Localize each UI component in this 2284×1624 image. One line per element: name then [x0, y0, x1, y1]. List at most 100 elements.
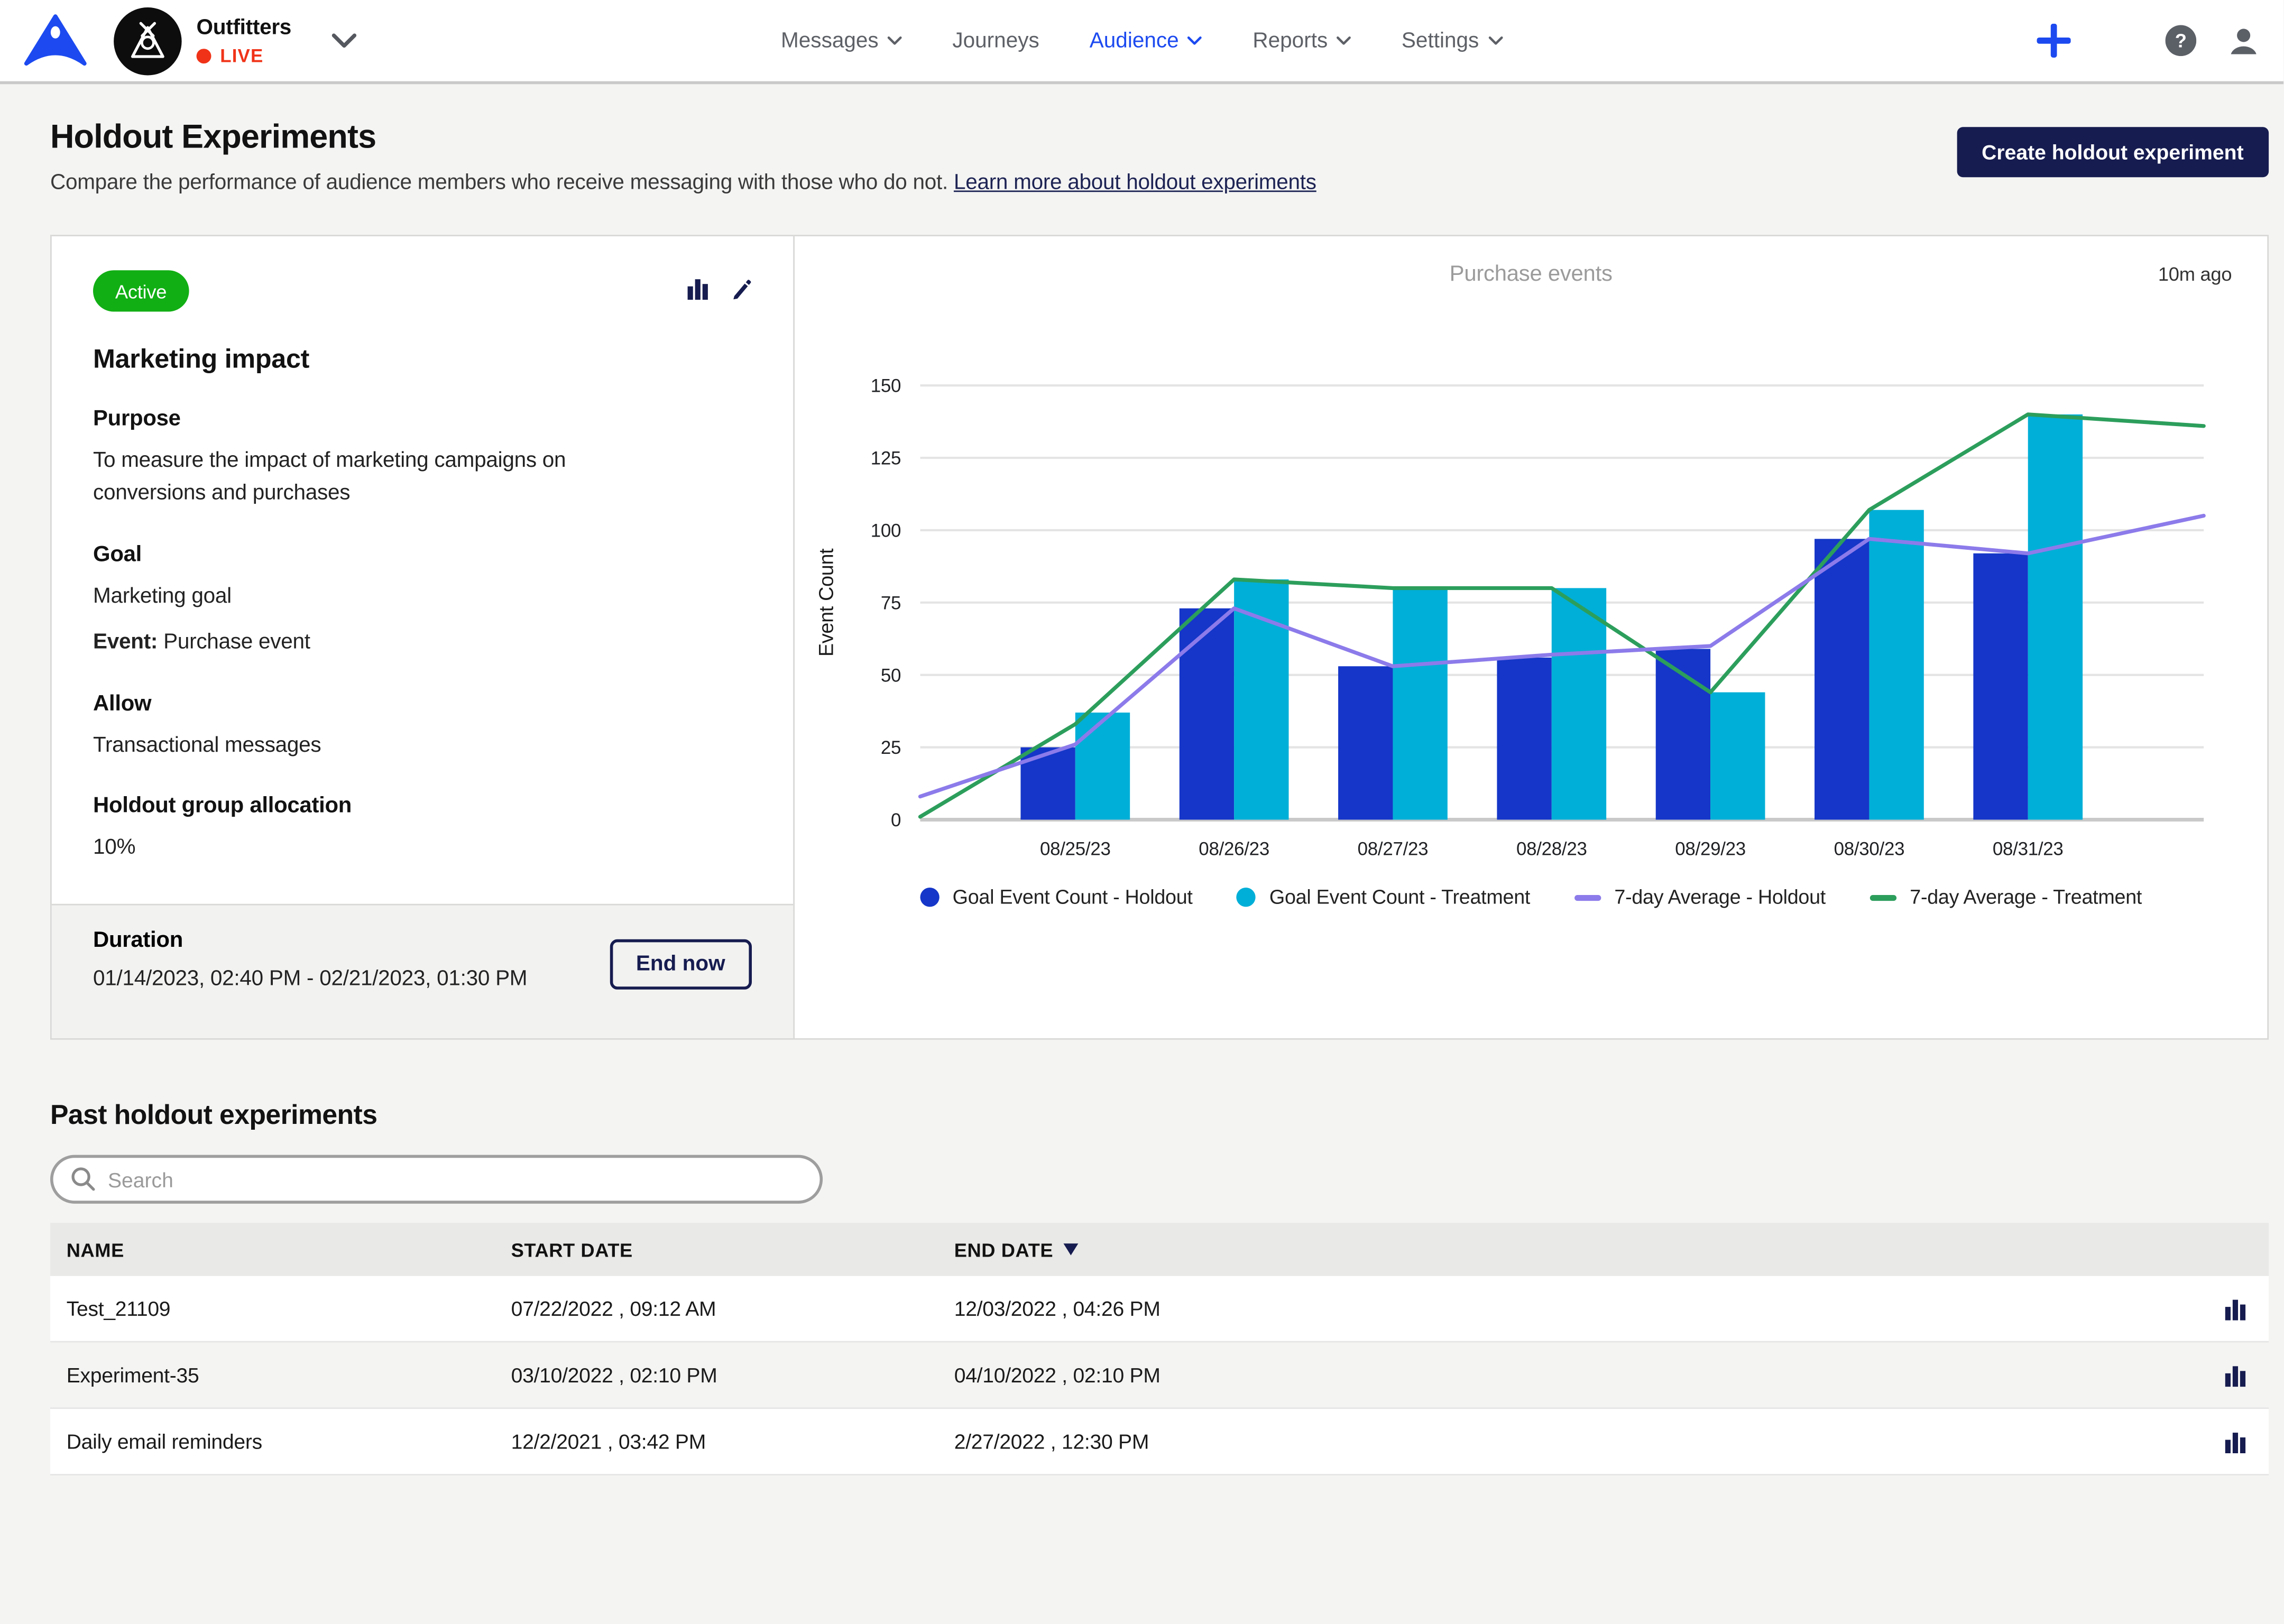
- page-header: Holdout Experiments Compare the performa…: [50, 84, 2269, 195]
- top-bar: Outfitters LIVE Messages Journeys Audien…: [0, 0, 2283, 84]
- column-header-end-date[interactable]: END DATE: [954, 1239, 2201, 1261]
- svg-text:Event Count: Event Count: [815, 548, 837, 657]
- help-icon[interactable]: ?: [2166, 25, 2197, 56]
- topbar-actions: ?: [2037, 24, 2260, 58]
- svg-text:0: 0: [891, 810, 901, 831]
- active-experiment-card: Active Marketing impact Purpose To measu…: [50, 235, 2269, 1040]
- chart-updated-timestamp: 10m ago: [2158, 263, 2232, 285]
- svg-text:08/28/23: 08/28/23: [1516, 839, 1587, 860]
- view-report-icon[interactable]: [687, 278, 709, 300]
- allocation-section: Holdout group allocation 10%: [93, 793, 752, 865]
- live-badge: LIVE: [197, 46, 292, 67]
- brand-info: Outfitters LIVE: [197, 15, 292, 67]
- svg-text:08/31/23: 08/31/23: [1993, 839, 2064, 860]
- column-header-name[interactable]: NAME: [67, 1239, 511, 1261]
- create-plus-icon[interactable]: [2037, 24, 2071, 58]
- chevron-down-icon: [889, 38, 900, 43]
- view-report-icon[interactable]: [2224, 1431, 2246, 1453]
- search-input[interactable]: [108, 1167, 802, 1191]
- allow-label: Allow: [93, 691, 752, 716]
- experiment-details-panel: Active Marketing impact Purpose To measu…: [52, 236, 795, 1038]
- end-date-cell: 2/27/2022 , 12:30 PM: [954, 1429, 2201, 1453]
- nav-messages[interactable]: Messages: [781, 29, 902, 52]
- svg-text:08/29/23: 08/29/23: [1675, 839, 1746, 860]
- purpose-section: Purpose To measure the impact of marketi…: [93, 406, 752, 511]
- chart-title: Purchase events: [795, 261, 2267, 286]
- svg-text:100: 100: [871, 521, 901, 541]
- svg-text:50: 50: [881, 665, 901, 686]
- duration-section: Duration 01/14/2023, 02:40 PM - 02/21/20…: [52, 904, 793, 1038]
- table-header-row: NAME START DATE END DATE: [50, 1223, 2269, 1276]
- purpose-label: Purpose: [93, 406, 752, 431]
- airship-logo-icon[interactable]: [22, 13, 89, 69]
- view-report-icon[interactable]: [2224, 1297, 2246, 1320]
- goal-label: Goal: [93, 542, 752, 567]
- start-date-cell: 07/22/2022 , 09:12 AM: [511, 1297, 954, 1321]
- legend-item: Goal Event Count - Holdout: [920, 886, 1192, 908]
- svg-text:08/26/23: 08/26/23: [1199, 839, 1269, 860]
- learn-more-link[interactable]: Learn more about holdout experiments: [954, 171, 1316, 195]
- experiment-chart-panel: Purchase events 10m ago 0255075100125150…: [795, 236, 2267, 1038]
- chevron-down-icon: [1189, 38, 1201, 43]
- page-subtitle: Compare the performance of audience memb…: [50, 171, 2269, 195]
- svg-text:125: 125: [871, 448, 901, 469]
- experiment-name-cell: Daily email reminders: [67, 1429, 511, 1453]
- goal-event: Event: Purchase event: [93, 627, 752, 660]
- brand-name: Outfitters: [197, 16, 292, 40]
- create-holdout-experiment-button[interactable]: Create holdout experiment: [1957, 127, 2269, 177]
- allocation-value: 10%: [93, 832, 752, 865]
- live-dot-icon: [197, 49, 211, 63]
- legend-item: Goal Event Count - Treatment: [1237, 886, 1530, 908]
- view-report-icon[interactable]: [2224, 1364, 2246, 1386]
- legend-line-treatment-icon: [1870, 894, 1896, 900]
- edit-pencil-icon[interactable]: [730, 278, 752, 300]
- table-row: Test_21109 07/22/2022 , 09:12 AM 12/03/2…: [50, 1276, 2269, 1343]
- account-icon[interactable]: [2227, 24, 2260, 57]
- legend-line-holdout-icon: [1574, 894, 1601, 900]
- start-date-cell: 03/10/2022 , 02:10 PM: [511, 1363, 954, 1387]
- svg-text:08/30/23: 08/30/23: [1834, 839, 1905, 860]
- end-date-cell: 04/10/2022 , 02:10 PM: [954, 1363, 2201, 1387]
- search-bar[interactable]: [50, 1155, 823, 1204]
- goal-section: Goal Marketing goal Event: Purchase even…: [93, 542, 752, 660]
- allow-section: Allow Transactional messages: [93, 691, 752, 762]
- allow-text: Transactional messages: [93, 730, 752, 763]
- legend-item: 7-day Average - Treatment: [1870, 886, 2142, 908]
- svg-text:150: 150: [871, 376, 901, 396]
- search-icon: [71, 1167, 96, 1192]
- chart-legend: Goal Event Count - Holdout Goal Event Co…: [795, 886, 2267, 908]
- purchase-events-chart: 025507510012515008/25/2308/26/2308/27/23…: [795, 340, 2273, 889]
- table-row: Experiment-35 03/10/2022 , 02:10 PM 04/1…: [50, 1342, 2269, 1409]
- nav-settings[interactable]: Settings: [1402, 29, 1503, 52]
- purpose-text: To measure the impact of marketing campa…: [93, 445, 637, 511]
- past-experiments-table: NAME START DATE END DATE Test_21109 07/2…: [50, 1223, 2269, 1475]
- app: Outfitters LIVE Messages Journeys Audien…: [0, 0, 2283, 1624]
- experiment-name-cell: Test_21109: [67, 1297, 511, 1321]
- allocation-label: Holdout group allocation: [93, 793, 752, 818]
- main-nav: Messages Journeys Audience Reports Setti…: [781, 29, 1503, 52]
- sort-descending-icon: [1064, 1243, 1079, 1255]
- chevron-down-icon: [1338, 38, 1350, 43]
- past-experiments-heading: Past holdout experiments: [50, 1099, 2269, 1131]
- column-header-start-date[interactable]: START DATE: [511, 1239, 954, 1261]
- svg-text:08/27/23: 08/27/23: [1358, 839, 1429, 860]
- goal-text: Marketing goal: [93, 580, 752, 614]
- nav-reports[interactable]: Reports: [1252, 29, 1351, 52]
- experiment-name: Marketing impact: [93, 344, 752, 375]
- legend-item: 7-day Average - Holdout: [1574, 886, 1826, 908]
- status-badge: Active: [93, 270, 189, 311]
- end-now-button[interactable]: End now: [610, 939, 752, 990]
- svg-text:75: 75: [881, 593, 901, 613]
- table-row: Daily email reminders 12/2/2021 , 03:42 …: [50, 1409, 2269, 1475]
- start-date-cell: 12/2/2021 , 03:42 PM: [511, 1429, 954, 1453]
- page-title: Holdout Experiments: [50, 118, 2269, 156]
- svg-text:?: ?: [2175, 30, 2187, 51]
- nav-journeys[interactable]: Journeys: [952, 29, 1039, 52]
- nav-audience[interactable]: Audience: [1090, 29, 1203, 52]
- legend-dot-holdout-icon: [920, 888, 939, 907]
- end-date-cell: 12/03/2022 , 04:26 PM: [954, 1297, 2201, 1321]
- brand-avatar: [114, 7, 182, 75]
- experiment-name-cell: Experiment-35: [67, 1363, 511, 1387]
- main-content: Holdout Experiments Compare the performa…: [50, 84, 2269, 1475]
- project-switcher-chevron-icon[interactable]: [331, 32, 358, 49]
